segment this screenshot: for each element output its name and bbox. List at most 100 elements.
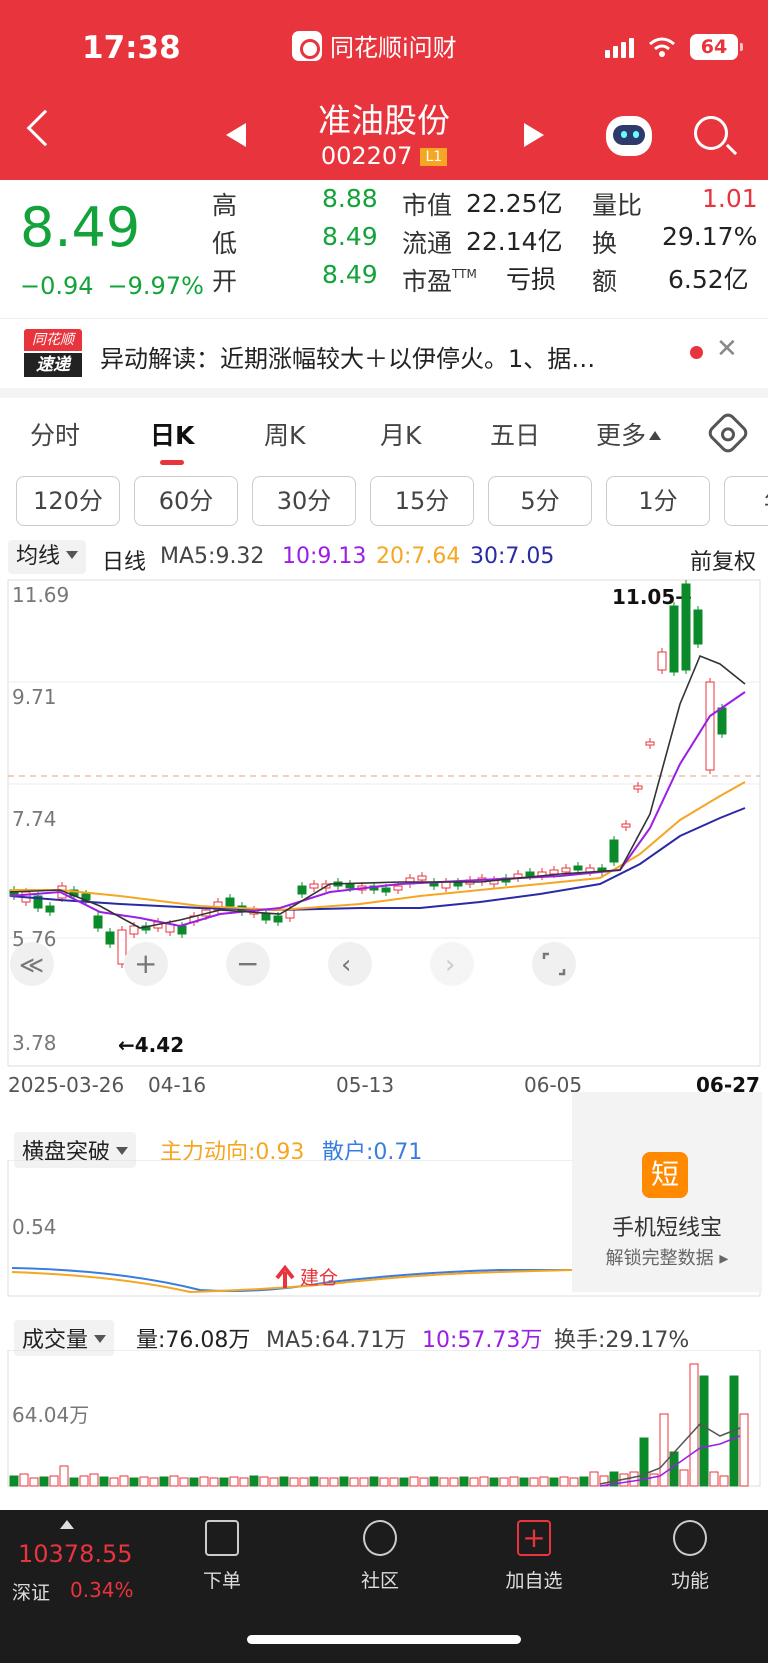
period-30min[interactable]: 30分: [252, 476, 356, 526]
next-stock-icon[interactable]: [524, 123, 544, 147]
top-header: 17:38 同花顺i问财 64 准油股份 002207 L1: [0, 0, 768, 180]
period-year[interactable]: 年: [724, 476, 768, 526]
robot-assistant-icon[interactable]: [606, 116, 652, 156]
tab-more-arrow-icon: [649, 431, 662, 440]
volume-bar: [209, 1477, 219, 1487]
nav-order[interactable]: 下单: [172, 1520, 272, 1593]
promo-icon: 短: [642, 1152, 688, 1198]
low-annotation: ←4.42: [118, 1033, 184, 1057]
news-logo-top: 同花顺: [24, 329, 82, 351]
volume-bar: [59, 1465, 69, 1487]
search-icon[interactable]: [694, 116, 728, 150]
candle: [681, 583, 691, 671]
chevron-right-icon: ›: [445, 950, 455, 980]
candle: [669, 605, 679, 673]
y-tick-2: 9.71: [12, 685, 57, 709]
fullscreen-button[interactable]: [532, 942, 576, 986]
period-1min[interactable]: 1分: [606, 476, 710, 526]
add-icon: +: [517, 1520, 551, 1556]
stock-name: 准油股份: [318, 101, 450, 140]
candle: [657, 651, 667, 671]
period-120min[interactable]: 120分: [16, 476, 120, 526]
mcap-value: 22.25亿: [466, 189, 563, 218]
close-icon[interactable]: ✕: [716, 334, 738, 364]
candle: [177, 925, 187, 935]
volume-bar: [579, 1476, 589, 1487]
candle: [693, 609, 703, 645]
index-name: 深证: [12, 1582, 51, 1604]
promo-subtitle-text: 解锁完整数据: [605, 1248, 714, 1269]
volume-bar: [259, 1476, 269, 1487]
volume-bar: [309, 1476, 319, 1487]
open-label: 开: [212, 267, 238, 296]
volume-bar: [539, 1476, 549, 1487]
ma-selector-label: 均线: [16, 544, 61, 569]
volume-bar: [549, 1477, 559, 1487]
nav-add-watchlist[interactable]: + 加自选: [484, 1520, 584, 1593]
period-5min[interactable]: 5分: [488, 476, 592, 526]
volume-bar: [109, 1477, 119, 1487]
promo-card[interactable]: 短 手机短线宝 解锁完整数据 ▸: [572, 1092, 762, 1292]
plus-icon: +: [134, 947, 157, 980]
tab-five-day[interactable]: 五日: [490, 416, 540, 452]
candle: [381, 887, 391, 893]
current-price: 8.49: [20, 196, 141, 259]
volume-bar: [519, 1477, 529, 1487]
period-60min[interactable]: 60分: [134, 476, 238, 526]
chevron-down-icon: [94, 1335, 107, 1343]
volume-ratio-label: 量比: [592, 191, 643, 220]
tab-more[interactable]: 更多: [596, 416, 662, 452]
float-label: 流通: [402, 229, 453, 258]
index-value[interactable]: 10378.55: [18, 1540, 133, 1568]
volume-bar: [79, 1475, 89, 1487]
star-icon: [363, 1520, 397, 1556]
volume-bar: [459, 1476, 469, 1487]
news-banner[interactable]: 同花顺 速递 异动解读：近期涨幅较大＋以伊停火。1、据…: [0, 318, 768, 388]
candlestick-chart[interactable]: 11.69 9.71 7.74 5.76 3.78 11.05→ ←4.42 ≪…: [0, 574, 768, 1094]
nav-functions[interactable]: 功能: [640, 1520, 740, 1593]
news-logo: 同花顺 速递: [24, 329, 82, 379]
candle: [273, 915, 283, 923]
volume-bar: [169, 1475, 179, 1487]
adjust-mode[interactable]: 前复权: [690, 544, 756, 576]
candle: [621, 823, 631, 828]
nav-add-watchlist-label: 加自选: [505, 1570, 563, 1592]
cellular-signal-icon: [605, 36, 634, 58]
indicator-tick: 0.54: [12, 1215, 57, 1239]
volume-bar: [49, 1475, 59, 1487]
candle: [45, 905, 55, 913]
candle: [261, 913, 271, 921]
high-label: 高: [212, 191, 238, 220]
candle: [609, 839, 619, 863]
nav-community[interactable]: 社区: [330, 1520, 430, 1593]
volume-bar: [239, 1477, 249, 1487]
level-badge: L1: [420, 148, 448, 166]
period-selector: 120分 60分 30分 15分 5分 1分 年: [0, 476, 768, 530]
volume-bar: [569, 1477, 579, 1487]
candle: [129, 925, 139, 935]
tab-monthly-k[interactable]: 月K: [380, 416, 421, 452]
expand-up-icon[interactable]: [60, 1520, 74, 1529]
tab-daily-k[interactable]: 日K: [150, 416, 194, 452]
volume-bar: [479, 1476, 489, 1487]
y-tick-1: 11.69: [12, 583, 69, 607]
volume-bar: [329, 1477, 339, 1487]
news-text[interactable]: 异动解读：近期涨幅较大＋以伊停火。1、据…: [100, 339, 660, 374]
volume-bar: [159, 1476, 169, 1487]
double-chevron-left-icon: ≪: [19, 951, 44, 979]
tab-weekly-k[interactable]: 周K: [264, 416, 305, 452]
active-tab-indicator: [160, 460, 184, 465]
period-15min[interactable]: 15分: [370, 476, 474, 526]
volume-bar: [499, 1477, 509, 1487]
candle: [285, 909, 295, 919]
news-logo-bottom: 速递: [24, 353, 82, 377]
status-indicators: 64: [605, 34, 743, 60]
volume-bar: [319, 1477, 329, 1487]
low-label: 低: [212, 229, 238, 258]
arrow-up-icon: [275, 1264, 295, 1288]
ma10-value: 10:9.13: [282, 544, 367, 569]
candle: [225, 897, 235, 907]
ma-selector[interactable]: 均线: [8, 540, 87, 574]
tab-intraday[interactable]: 分时: [30, 416, 80, 452]
ma20-line: [10, 781, 746, 912]
